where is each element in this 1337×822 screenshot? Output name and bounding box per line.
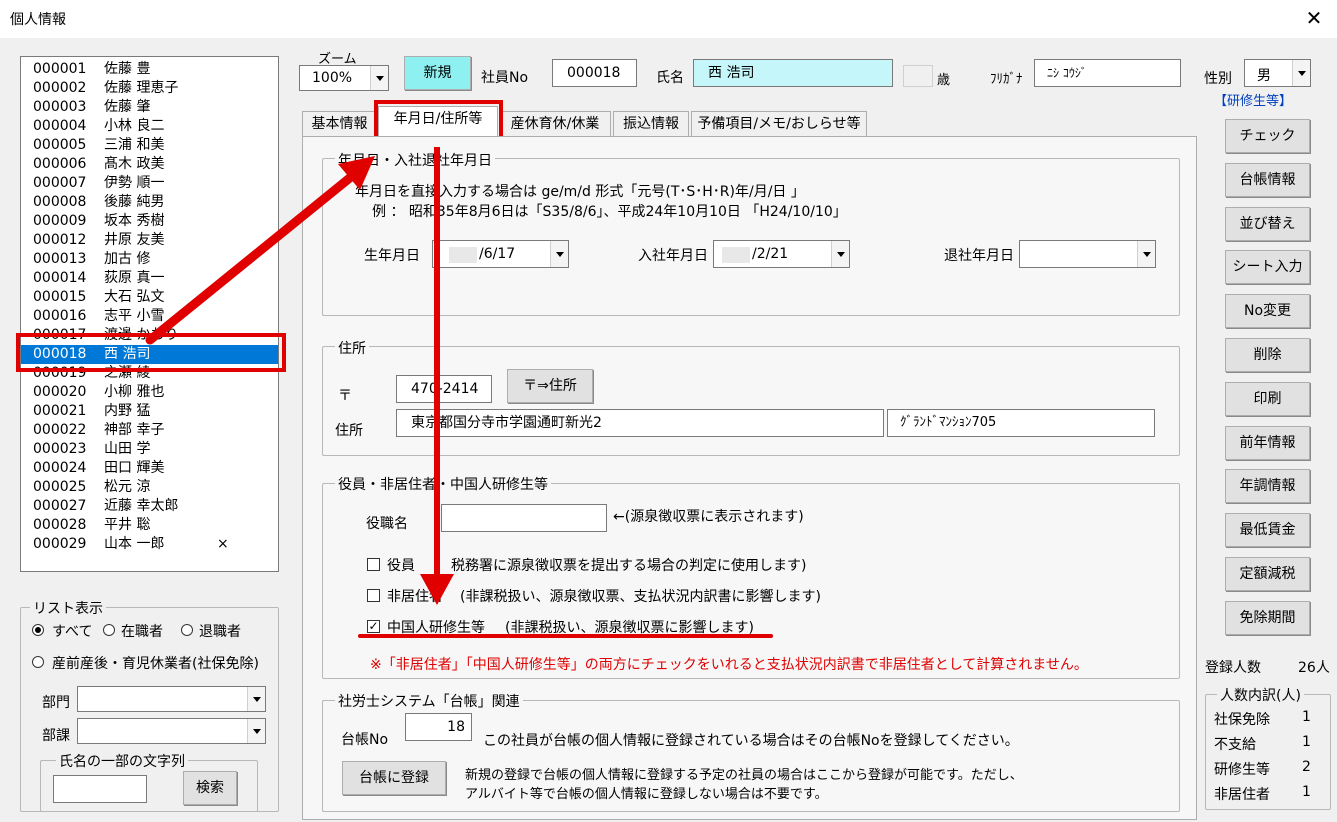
breakdown-value: 1 (1302, 784, 1311, 800)
side-button[interactable]: シート入力 (1225, 250, 1310, 285)
side-button[interactable]: 並び替え (1225, 206, 1310, 241)
side-button[interactable]: 年調情報 (1225, 469, 1310, 504)
side-button[interactable]: 台帳情報 (1225, 162, 1310, 197)
side-button[interactable]: 定額減税 (1225, 557, 1310, 591)
side-button[interactable]: チェック (1225, 119, 1310, 153)
breakdown-value: 1 (1302, 709, 1311, 725)
side-button[interactable]: 免除期間 (1225, 600, 1310, 635)
annotation-arrows (145, 147, 454, 605)
side-button[interactable]: 削除 (1225, 338, 1310, 372)
arrow-to-tab (145, 163, 367, 345)
breakdown-label: 研修生等 (1214, 762, 1270, 778)
breakdown-label: 社保免除 (1214, 712, 1270, 728)
breakdown-label: 非居住者 (1214, 787, 1270, 803)
breakdown-legend: 人数内訳(人) (1217, 685, 1304, 705)
arrow-head-icon (420, 574, 454, 605)
side-button[interactable]: No変更 (1225, 294, 1310, 329)
side-button[interactable]: 印刷 (1225, 381, 1310, 416)
breakdown-label: 不支給 (1214, 737, 1256, 753)
breakdown-value: 2 (1302, 759, 1311, 775)
breakdown-value: 1 (1302, 734, 1311, 750)
registered-count-label: 登録人数 (1205, 660, 1261, 676)
side-button[interactable]: 前年情報 (1225, 425, 1310, 460)
side-button[interactable]: 最低賃金 (1225, 513, 1310, 548)
registered-count-value: 26人 (1298, 660, 1330, 676)
